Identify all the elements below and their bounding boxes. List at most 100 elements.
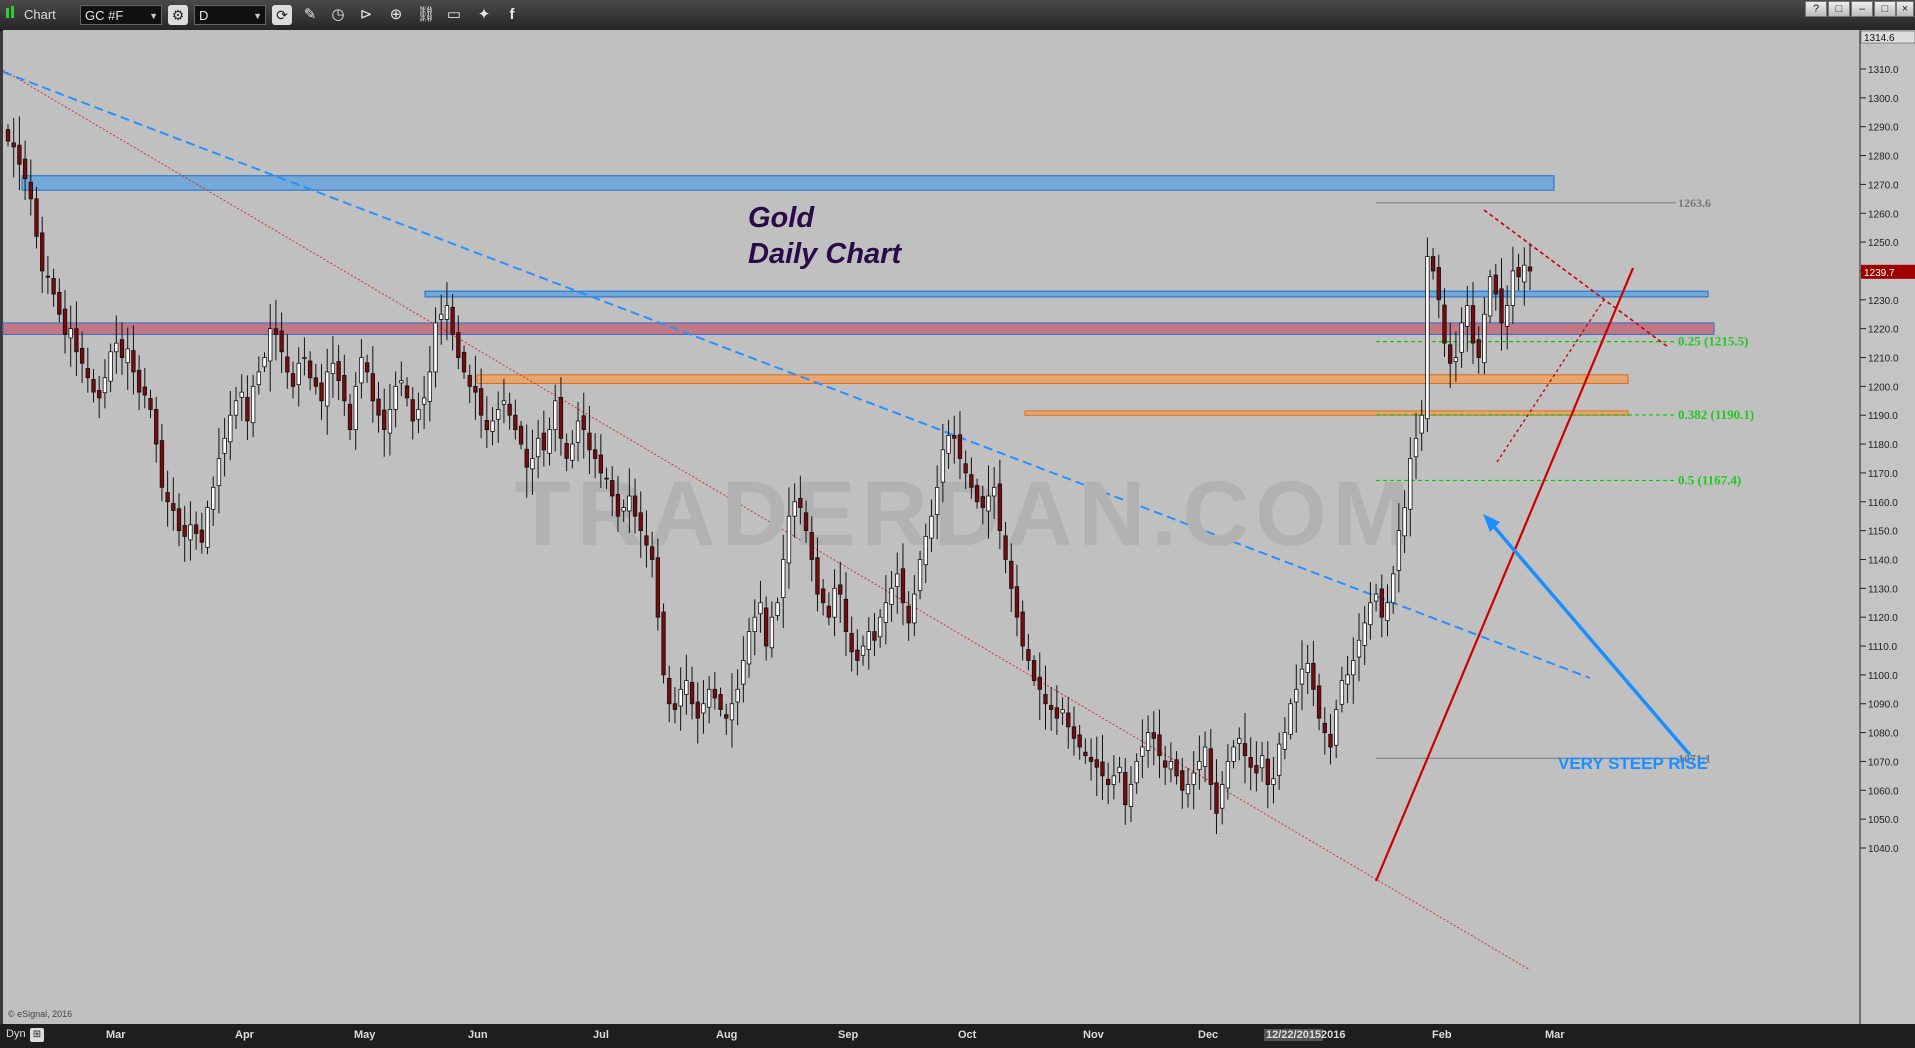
x-tick-label: Jun — [468, 1029, 488, 1041]
help-button[interactable]: ? — [1805, 1, 1827, 17]
candle-up — [781, 559, 786, 598]
candle-down — [558, 396, 564, 439]
candle-down — [1106, 778, 1111, 785]
symbol-input[interactable]: GC #F ▼ — [80, 5, 162, 25]
restore-button[interactable]: □ — [1828, 1, 1850, 17]
gear-icon[interactable]: ⚙ — [168, 5, 188, 25]
y-tick-label: 1170.0 — [1868, 469, 1898, 480]
y-tick-label: 1280.0 — [1868, 152, 1899, 163]
candle-up — [1305, 662, 1310, 673]
candle-down — [22, 158, 28, 180]
comment-icon[interactable]: ▭ — [444, 5, 464, 25]
candle-up — [678, 688, 683, 707]
candle-down — [1094, 759, 1099, 768]
candle-up — [535, 437, 541, 458]
candle-up — [1060, 709, 1065, 714]
candle-up — [1402, 507, 1407, 537]
candle-up — [228, 414, 233, 443]
x-tick-label: Aug — [716, 1029, 738, 1041]
candle-up — [1459, 322, 1464, 353]
candle-down — [672, 703, 678, 710]
x-tick-label: Sep — [838, 1029, 859, 1041]
candle-up — [912, 593, 917, 624]
candle-down — [541, 432, 547, 451]
candle-up — [1117, 766, 1122, 773]
mode-label[interactable]: Dyn — [6, 1028, 26, 1040]
twitter-icon[interactable]: ✦ — [474, 5, 494, 25]
candle-down — [1448, 344, 1453, 364]
candle-down — [1031, 660, 1037, 682]
candle-down — [119, 339, 125, 358]
play-icon[interactable]: ⊳ — [356, 5, 376, 25]
window-title: Chart — [24, 7, 56, 22]
candle-down — [165, 492, 170, 503]
candle-down — [154, 409, 159, 445]
link-icon[interactable]: ⛓ — [416, 5, 436, 25]
candle-down — [1499, 288, 1504, 324]
candle-down — [1037, 676, 1042, 690]
candle-up — [1391, 573, 1396, 604]
candle-down — [592, 449, 598, 459]
candle-down — [1242, 743, 1248, 757]
candle-up — [211, 486, 216, 510]
candle-down — [1043, 694, 1048, 705]
candle-down — [1265, 758, 1270, 785]
time-axis-bar: Dyn ⊞ Mar Apr May Jun Jul Aug Sep Oct Nov Dec 12/2… — [0, 1024, 1915, 1048]
candle-down — [695, 701, 700, 719]
x-tick-label: Nov — [1083, 1029, 1104, 1041]
candle-down — [980, 496, 985, 508]
candle-up — [421, 397, 427, 405]
candle-up — [262, 357, 267, 368]
candle-up — [895, 573, 900, 588]
candle-up — [1505, 305, 1510, 327]
candle-down — [1328, 733, 1333, 748]
y-tick-label: 1120.0 — [1868, 613, 1898, 624]
y-tick-label: 1220.0 — [1868, 325, 1899, 336]
y-tick-label: 1080.0 — [1868, 729, 1899, 740]
x-tick-label: Mar — [1545, 1029, 1565, 1041]
candle-up — [621, 507, 626, 512]
candle-up — [222, 437, 227, 454]
candle-down — [763, 607, 769, 647]
candle-down — [1436, 267, 1441, 301]
candle-up — [353, 385, 358, 431]
candle-up — [832, 587, 837, 618]
maximize-button[interactable]: □ — [1874, 1, 1896, 17]
search-icon[interactable]: ⊕ — [386, 5, 406, 25]
interval-select[interactable]: D ▼ — [194, 5, 266, 25]
candle-up — [769, 616, 775, 649]
zone-blue — [21, 175, 1555, 191]
candle-down — [649, 546, 655, 560]
candle-up — [701, 703, 706, 714]
candle-down — [826, 605, 832, 618]
candle-up — [1191, 772, 1196, 785]
candle-up — [296, 362, 301, 386]
candle-up — [1368, 602, 1373, 626]
candle-down — [336, 361, 341, 381]
candle-up — [1482, 313, 1487, 364]
candle-down — [1430, 256, 1436, 272]
candle-down — [524, 448, 529, 468]
pencil-icon[interactable]: ✎ — [300, 5, 320, 25]
candle-up — [570, 443, 575, 461]
candle-down — [1066, 712, 1071, 728]
candle-down — [11, 142, 16, 148]
candle-up — [188, 524, 193, 541]
candle-up — [530, 458, 535, 470]
candle-down — [1054, 707, 1060, 719]
price-chart[interactable]: TRADERDAN.COM 1263.61071.10.25 (1215.5)0… — [0, 30, 1915, 1024]
y-tick-label: 1210.0 — [1868, 354, 1899, 365]
candle-down — [974, 485, 980, 503]
mode-icon[interactable]: ⊞ — [30, 1028, 44, 1042]
candle-down — [313, 377, 318, 387]
clock-icon[interactable]: ◷ — [328, 5, 348, 25]
refresh-icon[interactable]: ⟳ — [272, 5, 292, 25]
y-tick-label: 1200.0 — [1868, 382, 1899, 393]
candle-up — [1288, 703, 1293, 735]
x-tick-label: Feb — [1432, 1029, 1452, 1041]
close-button[interactable]: × — [1896, 1, 1914, 17]
candle-up — [256, 371, 261, 386]
candle-down — [632, 495, 638, 517]
facebook-icon[interactable]: f — [502, 5, 522, 25]
minimize-button[interactable]: – — [1851, 1, 1873, 17]
